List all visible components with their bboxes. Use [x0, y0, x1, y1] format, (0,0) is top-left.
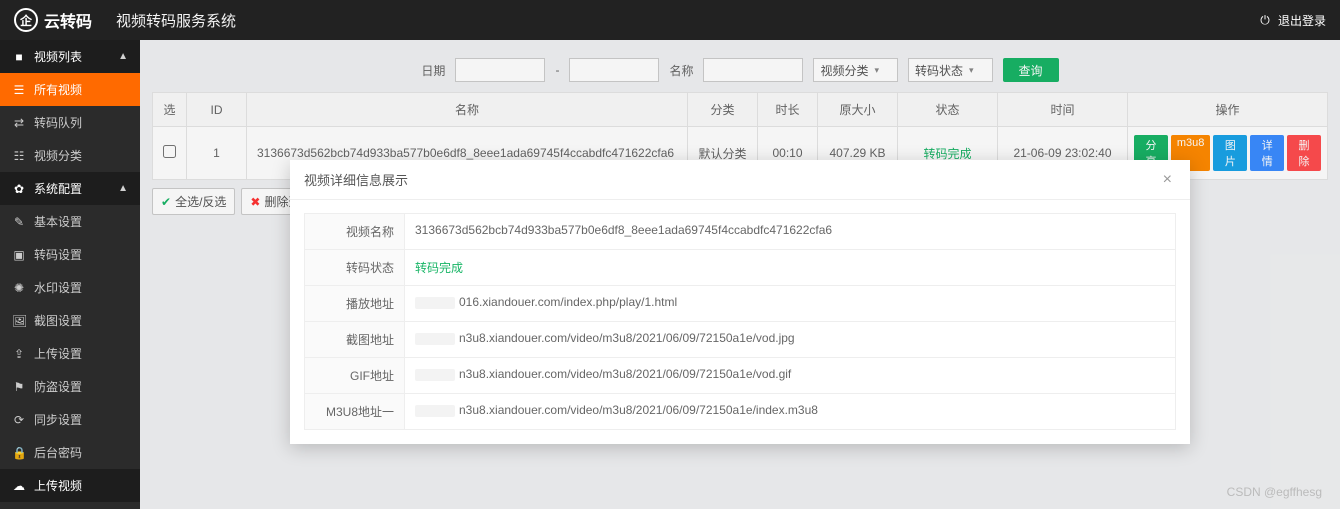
sidebar-icon: ⇄: [12, 116, 26, 130]
sidebar-item-4[interactable]: ✿ 系统配置 ▲: [0, 172, 140, 205]
sidebar-item-label: 水印设置: [34, 279, 82, 296]
sidebar: ■ 视频列表 ▲ ☰ 所有视频 ⇄ 转码队列 ☷ 视频分类 ✿ 系统配置 ▲ ✎ 基本设置 ▣ 转码设置 ✺ 水印…: [0, 40, 140, 509]
sidebar-item-12[interactable]: 🔒 后台密码: [0, 436, 140, 469]
sidebar-item-label: 转码设置: [34, 246, 82, 263]
sidebar-item-label: 基本设置: [34, 213, 82, 230]
redacted-prefix: [415, 333, 455, 345]
topbar: 企 云转码 视频转码服务系统 ⏻ 退出登录: [0, 0, 1340, 40]
sidebar-item-label: 截图设置: [34, 312, 82, 329]
modal-row-label: 视频名称: [305, 214, 405, 249]
sidebar-item-label: 上传设置: [34, 345, 82, 362]
watermark: CSDN @egffhesg: [1227, 485, 1322, 499]
content: 日期 - 名称 视频分类 ▾ 转码状态 ▾ 查询 选 ID 名称 分: [140, 40, 1340, 509]
sidebar-item-5[interactable]: ✎ 基本设置: [0, 205, 140, 238]
detail-modal: 视频详细信息展示 × 视频名称3136673d562bcb74d933ba577…: [290, 160, 1190, 444]
modal-row-label: 转码状态: [305, 250, 405, 285]
redacted-prefix: [415, 405, 455, 417]
sidebar-item-11[interactable]: ⟳ 同步设置: [0, 403, 140, 436]
modal-row-value: n3u8.xiandouer.com/video/m3u8/2021/06/09…: [405, 394, 1175, 429]
sidebar-item-label: 转码队列: [34, 114, 82, 131]
sidebar-item-13[interactable]: ☁ 上传视频: [0, 469, 140, 502]
chevron-icon: ▲: [118, 51, 128, 62]
sidebar-item-label: 视频列表: [34, 48, 82, 65]
logo-icon: 企: [14, 8, 38, 32]
logout-button[interactable]: ⏻ 退出登录: [1258, 12, 1326, 29]
sidebar-item-6[interactable]: ▣ 转码设置: [0, 238, 140, 271]
sidebar-icon: ✿: [12, 182, 26, 196]
modal-row: 播放地址016.xiandouer.com/index.php/play/1.h…: [304, 285, 1176, 322]
sidebar-item-8[interactable]: 🖼 截图设置: [0, 304, 140, 337]
modal-row-label: 播放地址: [305, 286, 405, 321]
modal-row: 转码状态转码完成: [304, 249, 1176, 286]
sidebar-icon: ▣: [12, 248, 26, 262]
sidebar-item-label: 后台密码: [34, 444, 82, 461]
modal-row-value: n3u8.xiandouer.com/video/m3u8/2021/06/09…: [405, 358, 1175, 393]
modal-mask: 视频详细信息展示 × 视频名称3136673d562bcb74d933ba577…: [140, 40, 1340, 509]
sidebar-icon: 🔒: [12, 446, 26, 460]
sidebar-icon: ✎: [12, 215, 26, 229]
sidebar-item-label: 上传视频: [34, 477, 82, 494]
modal-row: 截图地址n3u8.xiandouer.com/video/m3u8/2021/0…: [304, 321, 1176, 358]
sidebar-icon: ■: [12, 50, 26, 64]
modal-row: GIF地址n3u8.xiandouer.com/video/m3u8/2021/…: [304, 357, 1176, 394]
modal-row-value: 3136673d562bcb74d933ba577b0e6df8_8eee1ad…: [405, 214, 1175, 249]
modal-row-value: n3u8.xiandouer.com/video/m3u8/2021/06/09…: [405, 322, 1175, 357]
sidebar-item-label: 视频分类: [34, 147, 82, 164]
logout-label: 退出登录: [1278, 12, 1326, 29]
modal-header: 视频详细信息展示 ×: [290, 160, 1190, 200]
modal-row: M3U8地址一n3u8.xiandouer.com/video/m3u8/202…: [304, 393, 1176, 430]
sidebar-icon: ☁: [12, 479, 26, 493]
system-title: 视频转码服务系统: [116, 10, 236, 31]
modal-row-value: 转码完成: [405, 250, 1175, 285]
sidebar-icon: ⇪: [12, 347, 26, 361]
sidebar-icon: ✺: [12, 281, 26, 295]
sidebar-item-2[interactable]: ⇄ 转码队列: [0, 106, 140, 139]
sidebar-icon: ☰: [12, 83, 26, 97]
sidebar-item-0[interactable]: ■ 视频列表 ▲: [0, 40, 140, 73]
sidebar-icon: 🖼: [12, 314, 26, 328]
sidebar-icon: ⚑: [12, 380, 26, 394]
sidebar-item-label: 防盗设置: [34, 378, 82, 395]
logo: 企 云转码: [14, 8, 92, 32]
sidebar-item-label: 所有视频: [34, 81, 82, 98]
brand-text: 云转码: [44, 8, 92, 32]
close-icon[interactable]: ×: [1159, 171, 1176, 189]
modal-row-value: 016.xiandouer.com/index.php/play/1.html: [405, 286, 1175, 321]
redacted-prefix: [415, 297, 455, 309]
sidebar-item-label: 系统配置: [34, 180, 82, 197]
modal-row-label: GIF地址: [305, 358, 405, 393]
power-icon: ⏻: [1258, 13, 1272, 28]
chevron-icon: ▲: [118, 183, 128, 194]
modal-row: 视频名称3136673d562bcb74d933ba577b0e6df8_8ee…: [304, 213, 1176, 250]
sidebar-icon: ⟳: [12, 413, 26, 427]
sidebar-icon: ☷: [12, 149, 26, 163]
sidebar-item-10[interactable]: ⚑ 防盗设置: [0, 370, 140, 403]
modal-row-label: 截图地址: [305, 322, 405, 357]
sidebar-item-3[interactable]: ☷ 视频分类: [0, 139, 140, 172]
sidebar-item-label: 同步设置: [34, 411, 82, 428]
modal-title: 视频详细信息展示: [304, 170, 408, 189]
modal-row-label: M3U8地址一: [305, 394, 405, 429]
sidebar-item-1[interactable]: ☰ 所有视频: [0, 73, 140, 106]
modal-body: 视频名称3136673d562bcb74d933ba577b0e6df8_8ee…: [290, 200, 1190, 444]
sidebar-item-9[interactable]: ⇪ 上传设置: [0, 337, 140, 370]
sidebar-item-7[interactable]: ✺ 水印设置: [0, 271, 140, 304]
redacted-prefix: [415, 369, 455, 381]
